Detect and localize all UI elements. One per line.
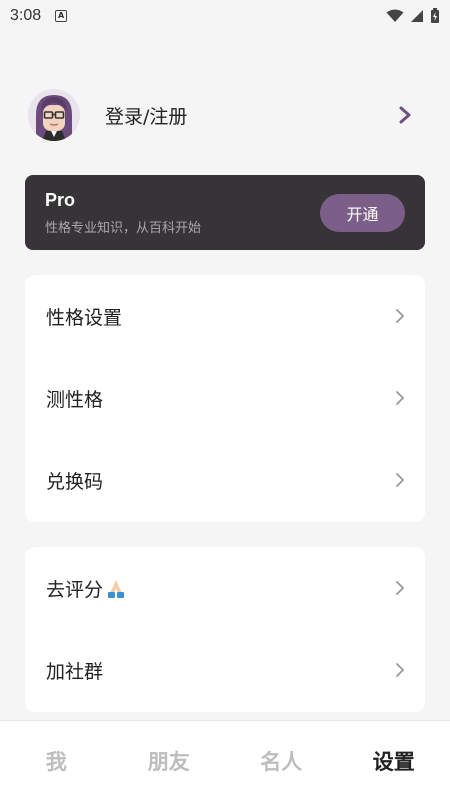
status-bar: 3:08 A xyxy=(0,0,450,32)
praying-hands-icon xyxy=(105,577,127,599)
status-time: 3:08 xyxy=(10,7,42,24)
menu-item-redeem-code[interactable]: 兑换码 xyxy=(25,439,425,521)
tab-settings[interactable]: 设置 xyxy=(338,746,450,776)
menu-item-label: 兑换码 xyxy=(46,470,104,493)
menu-item-join-community[interactable]: 加社群 xyxy=(25,629,425,711)
login-register-link[interactable]: 登录/注册 xyxy=(105,102,187,129)
chevron-right-icon xyxy=(396,309,405,323)
chevron-right-icon xyxy=(396,663,405,677)
tab-me[interactable]: 我 xyxy=(0,746,113,776)
bottom-nav: 我 朋友 名人 设置 xyxy=(0,720,450,800)
chevron-right-icon xyxy=(396,391,405,405)
profile-row[interactable]: 登录/注册 xyxy=(28,86,424,144)
settings-menu-card: 性格设置 测性格 兑换码 xyxy=(25,275,425,522)
tab-friends[interactable]: 朋友 xyxy=(113,746,226,776)
menu-item-personality-settings[interactable]: 性格设置 xyxy=(25,275,425,357)
pro-title: Pro xyxy=(45,189,76,210)
pro-subtitle: 性格专业知识，从百科开始 xyxy=(45,220,202,236)
pro-card[interactable]: Pro 性格专业知识，从百科开始 开通 xyxy=(25,175,425,250)
notification-badge-icon: A xyxy=(55,10,68,22)
chevron-right-icon xyxy=(396,473,405,487)
status-icons xyxy=(386,8,440,24)
wifi-icon xyxy=(386,9,404,22)
signal-icon xyxy=(411,10,423,22)
community-menu-card: 去评分 加社群 xyxy=(25,547,425,712)
menu-item-label: 加社群 xyxy=(46,660,104,683)
menu-item-label: 去评分 xyxy=(46,578,104,601)
chevron-right-icon xyxy=(396,581,405,595)
chevron-right-icon xyxy=(399,106,411,124)
activate-pro-button[interactable]: 开通 xyxy=(320,193,405,232)
avatar-glasses-icon xyxy=(28,89,80,141)
menu-item-label: 性格设置 xyxy=(46,306,123,329)
menu-item-rate-app[interactable]: 去评分 xyxy=(25,547,425,629)
tab-celebrities[interactable]: 名人 xyxy=(225,746,338,776)
menu-item-take-test[interactable]: 测性格 xyxy=(25,357,425,439)
battery-icon xyxy=(431,8,439,23)
menu-item-label: 测性格 xyxy=(46,388,104,411)
